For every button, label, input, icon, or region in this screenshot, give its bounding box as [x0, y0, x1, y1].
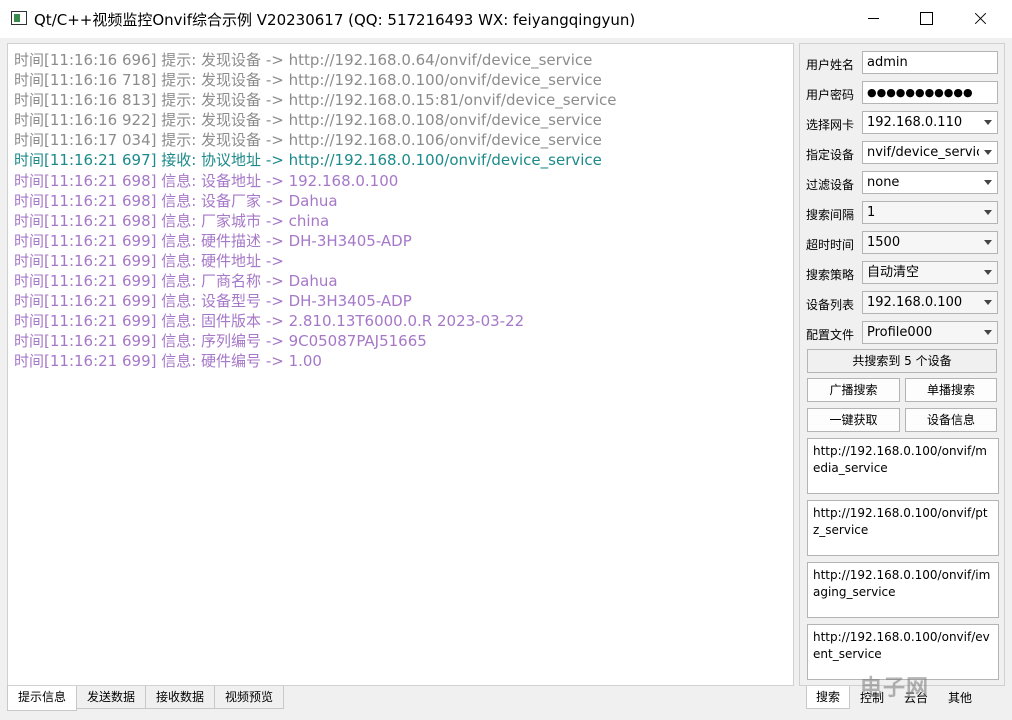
chevron-down-icon[interactable] [979, 172, 997, 193]
password-row: 用户密码 ●●●●●●●●●●● [806, 81, 1000, 105]
chevron-down-icon[interactable] [979, 262, 997, 283]
password-label: 用户密码 [806, 88, 855, 102]
log-line: 时间[11:16:21 697] 接收: 协议地址 -> http://192.… [14, 151, 602, 170]
filter-select[interactable]: none [862, 171, 998, 194]
tab-video-preview[interactable]: 视频预览 [214, 686, 285, 709]
right-tab-bar: 搜索 控制 云台 其他 [806, 686, 982, 711]
app-window-icon [11, 11, 27, 25]
log-line: 时间[11:16:16 922] 提示: 发现设备 -> http://192.… [14, 111, 602, 130]
chevron-down-icon[interactable] [979, 322, 997, 343]
username-row: 用户姓名 admin [806, 51, 1000, 75]
tab-send-data[interactable]: 发送数据 [76, 686, 147, 709]
close-icon[interactable] [956, 0, 1002, 38]
strategy-label: 搜索策略 [806, 268, 855, 282]
interval-value: 1 [867, 205, 876, 220]
devlist-label: 设备列表 [806, 298, 855, 312]
log-text-area[interactable]: 时间[11:16:16 696] 提示: 发现设备 -> http://192.… [7, 43, 794, 686]
title-bar: Qt/C++视频监控Onvif综合示例 V20230617 (QQ: 51721… [0, 0, 1012, 38]
log-line: 时间[11:16:16 813] 提示: 发现设备 -> http://192.… [14, 91, 617, 110]
filter-row: 过滤设备 none [806, 171, 1000, 195]
strategy-row: 搜索策略 自动清空 [806, 261, 1000, 285]
timeout-row: 超时时间 1500 [806, 231, 1000, 255]
ptz-service-url[interactable]: http://192.168.0.100/onvif/ptz_service [807, 500, 999, 556]
chevron-down-icon[interactable] [979, 142, 997, 163]
log-line: 时间[11:16:21 699] 信息: 厂商名称 -> Dahua [14, 272, 338, 291]
device-value: nvif/device_service [867, 145, 981, 160]
nic-row: 选择网卡 192.168.0.110 [806, 111, 1000, 135]
log-line: 时间[11:16:16 718] 提示: 发现设备 -> http://192.… [14, 71, 602, 90]
timeout-value: 1500 [867, 235, 901, 250]
log-line: 时间[11:16:16 696] 提示: 发现设备 -> http://192.… [14, 51, 593, 69]
minimize-icon[interactable] [851, 0, 897, 38]
device-info-button[interactable]: 设备信息 [905, 408, 997, 432]
username-label: 用户姓名 [806, 58, 855, 72]
devlist-row: 设备列表 192.168.0.100 [806, 291, 1000, 315]
profile-value: Profile000 [867, 325, 933, 340]
broadcast-search-button[interactable]: 广播搜索 [807, 378, 900, 402]
timeout-select[interactable]: 1500 [862, 231, 998, 254]
log-line: 时间[11:16:21 699] 信息: 硬件编号 -> 1.00 [14, 352, 322, 371]
media-service-url[interactable]: http://192.168.0.100/onvif/media_service [807, 438, 999, 494]
timeout-label: 超时时间 [806, 238, 855, 252]
single-search-button[interactable]: 单播搜索 [905, 378, 997, 402]
devlist-value: 192.168.0.100 [867, 295, 963, 310]
tab-receive-data[interactable]: 接收数据 [145, 686, 216, 709]
log-line: 时间[11:16:21 699] 信息: 设备型号 -> DH-3H3405-A… [14, 292, 412, 311]
strategy-select[interactable]: 自动清空 [862, 261, 998, 284]
tab-search[interactable]: 搜索 [806, 686, 851, 709]
chevron-down-icon[interactable] [979, 112, 997, 133]
tab-other[interactable]: 其他 [938, 686, 982, 709]
profile-row: 配置文件 Profile000 [806, 321, 1000, 345]
search-settings-panel: 用户姓名 admin 用户密码 ●●●●●●●●●●● 选择网卡 192.168… [799, 43, 1005, 686]
maximize-icon[interactable] [902, 0, 948, 38]
chevron-down-icon[interactable] [979, 202, 997, 223]
profile-label: 配置文件 [806, 328, 855, 342]
nic-select[interactable]: 192.168.0.110 [862, 111, 998, 134]
log-line: 时间[11:16:21 698] 信息: 设备厂家 -> Dahua [14, 191, 338, 210]
profile-select[interactable]: Profile000 [862, 321, 998, 344]
log-line: 时间[11:16:21 699] 信息: 硬件描述 -> DH-3H3405-A… [14, 231, 412, 250]
username-input[interactable]: admin [862, 51, 998, 74]
filter-value: none [867, 175, 900, 190]
strategy-value: 自动清空 [867, 265, 920, 280]
log-line: 时间[11:16:21 699] 信息: 硬件地址 -> [14, 251, 284, 270]
chevron-down-icon[interactable] [979, 232, 997, 253]
interval-label: 搜索间隔 [806, 208, 855, 222]
device-select[interactable]: nvif/device_service [862, 141, 998, 164]
log-line: 时间[11:16:21 698] 信息: 厂家城市 -> china [14, 211, 330, 230]
found-count-button[interactable]: 共搜索到 5 个设备 [807, 349, 997, 373]
nic-label: 选择网卡 [806, 118, 855, 132]
bottom-tab-bar: 提示信息 发送数据 接收数据 视频预览 [7, 686, 285, 711]
one-click-get-button[interactable]: 一键获取 [807, 408, 900, 432]
log-line: 时间[11:16:17 034] 提示: 发现设备 -> http://192.… [14, 131, 602, 150]
log-line: 时间[11:16:21 698] 信息: 设备地址 -> 192.168.0.1… [14, 171, 399, 190]
password-input[interactable]: ●●●●●●●●●●● [862, 81, 998, 104]
nic-value: 192.168.0.110 [867, 115, 963, 130]
log-line: 时间[11:16:21 699] 信息: 序列编号 -> 9C05087PAJ5… [14, 332, 427, 351]
tab-ptz[interactable]: 云台 [894, 686, 938, 709]
tab-control[interactable]: 控制 [850, 686, 894, 709]
window-title: Qt/C++视频监控Onvif综合示例 V20230617 (QQ: 51721… [34, 11, 636, 29]
device-label: 指定设备 [806, 148, 855, 162]
chevron-down-icon[interactable] [979, 292, 997, 313]
imaging-service-url[interactable]: http://192.168.0.100/onvif/imaging_servi… [807, 562, 999, 618]
filter-label: 过滤设备 [806, 178, 855, 192]
interval-select[interactable]: 1 [862, 201, 998, 224]
devlist-select[interactable]: 192.168.0.100 [862, 291, 998, 314]
tab-tips[interactable]: 提示信息 [7, 686, 78, 711]
device-row: 指定设备 nvif/device_service [806, 141, 1000, 165]
log-line: 时间[11:16:21 699] 信息: 固件版本 -> 2.810.13T60… [14, 312, 525, 331]
interval-row: 搜索间隔 1 [806, 201, 1000, 225]
event-service-url[interactable]: http://192.168.0.100/onvif/event_service [807, 624, 999, 680]
